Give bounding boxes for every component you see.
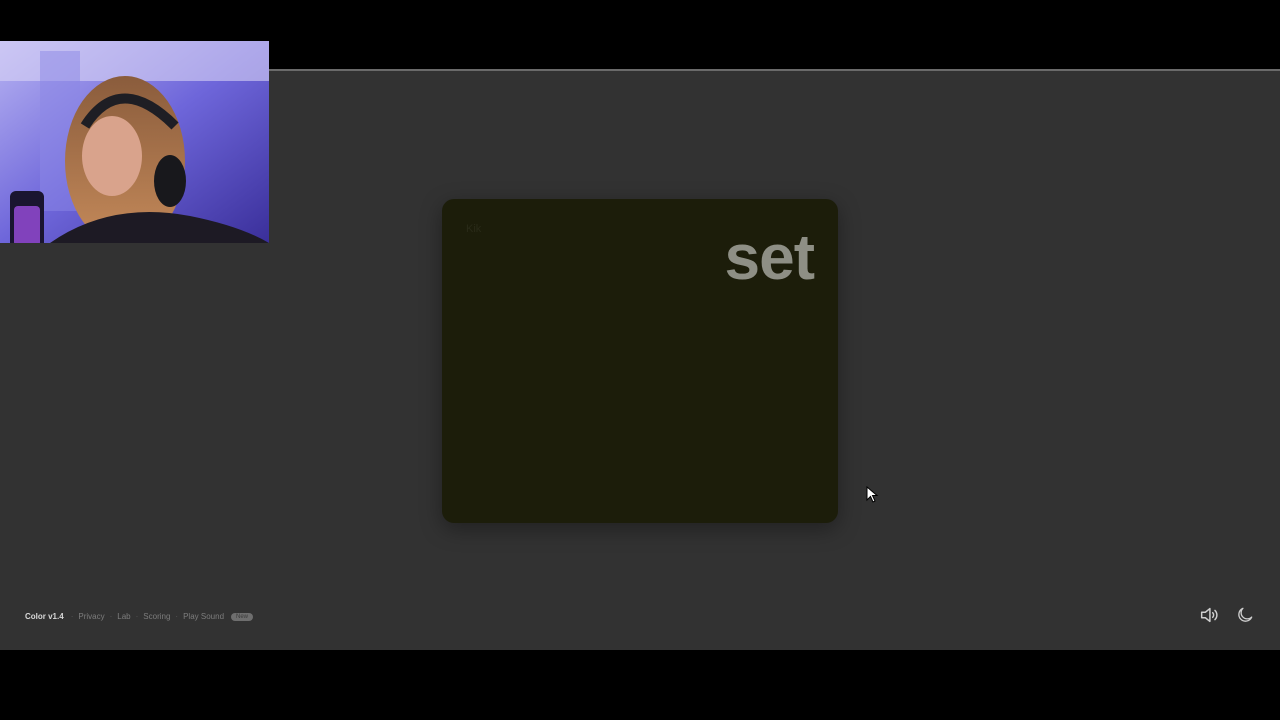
footer-controls bbox=[1198, 604, 1256, 626]
speaker-icon[interactable] bbox=[1198, 604, 1220, 626]
privacy-link[interactable]: Privacy bbox=[78, 612, 104, 621]
play-sound-link[interactable]: Play Sound bbox=[183, 612, 224, 621]
footer-separator: · bbox=[135, 612, 139, 621]
app-version: Color v1.4 bbox=[25, 612, 64, 621]
webcam-image bbox=[0, 41, 269, 243]
footer-separator: · bbox=[70, 612, 74, 621]
mouse-cursor-icon bbox=[866, 485, 880, 509]
color-card[interactable]: Kik set bbox=[442, 199, 838, 523]
card-small-label: Kik bbox=[466, 223, 482, 235]
card-word: set bbox=[724, 221, 815, 293]
webcam-overlay bbox=[0, 41, 269, 243]
lab-link[interactable]: Lab bbox=[117, 612, 130, 621]
screen: Kik set Color v1.4 · Privacy · Lab · Sco… bbox=[0, 0, 1280, 720]
scoring-link[interactable]: Scoring bbox=[143, 612, 170, 621]
new-badge: New bbox=[231, 612, 254, 621]
moon-icon[interactable] bbox=[1234, 604, 1256, 626]
footer-separator: · bbox=[175, 612, 179, 621]
footer-links: Color v1.4 · Privacy · Lab · Scoring · P… bbox=[25, 612, 254, 621]
footer-separator: · bbox=[109, 612, 113, 621]
